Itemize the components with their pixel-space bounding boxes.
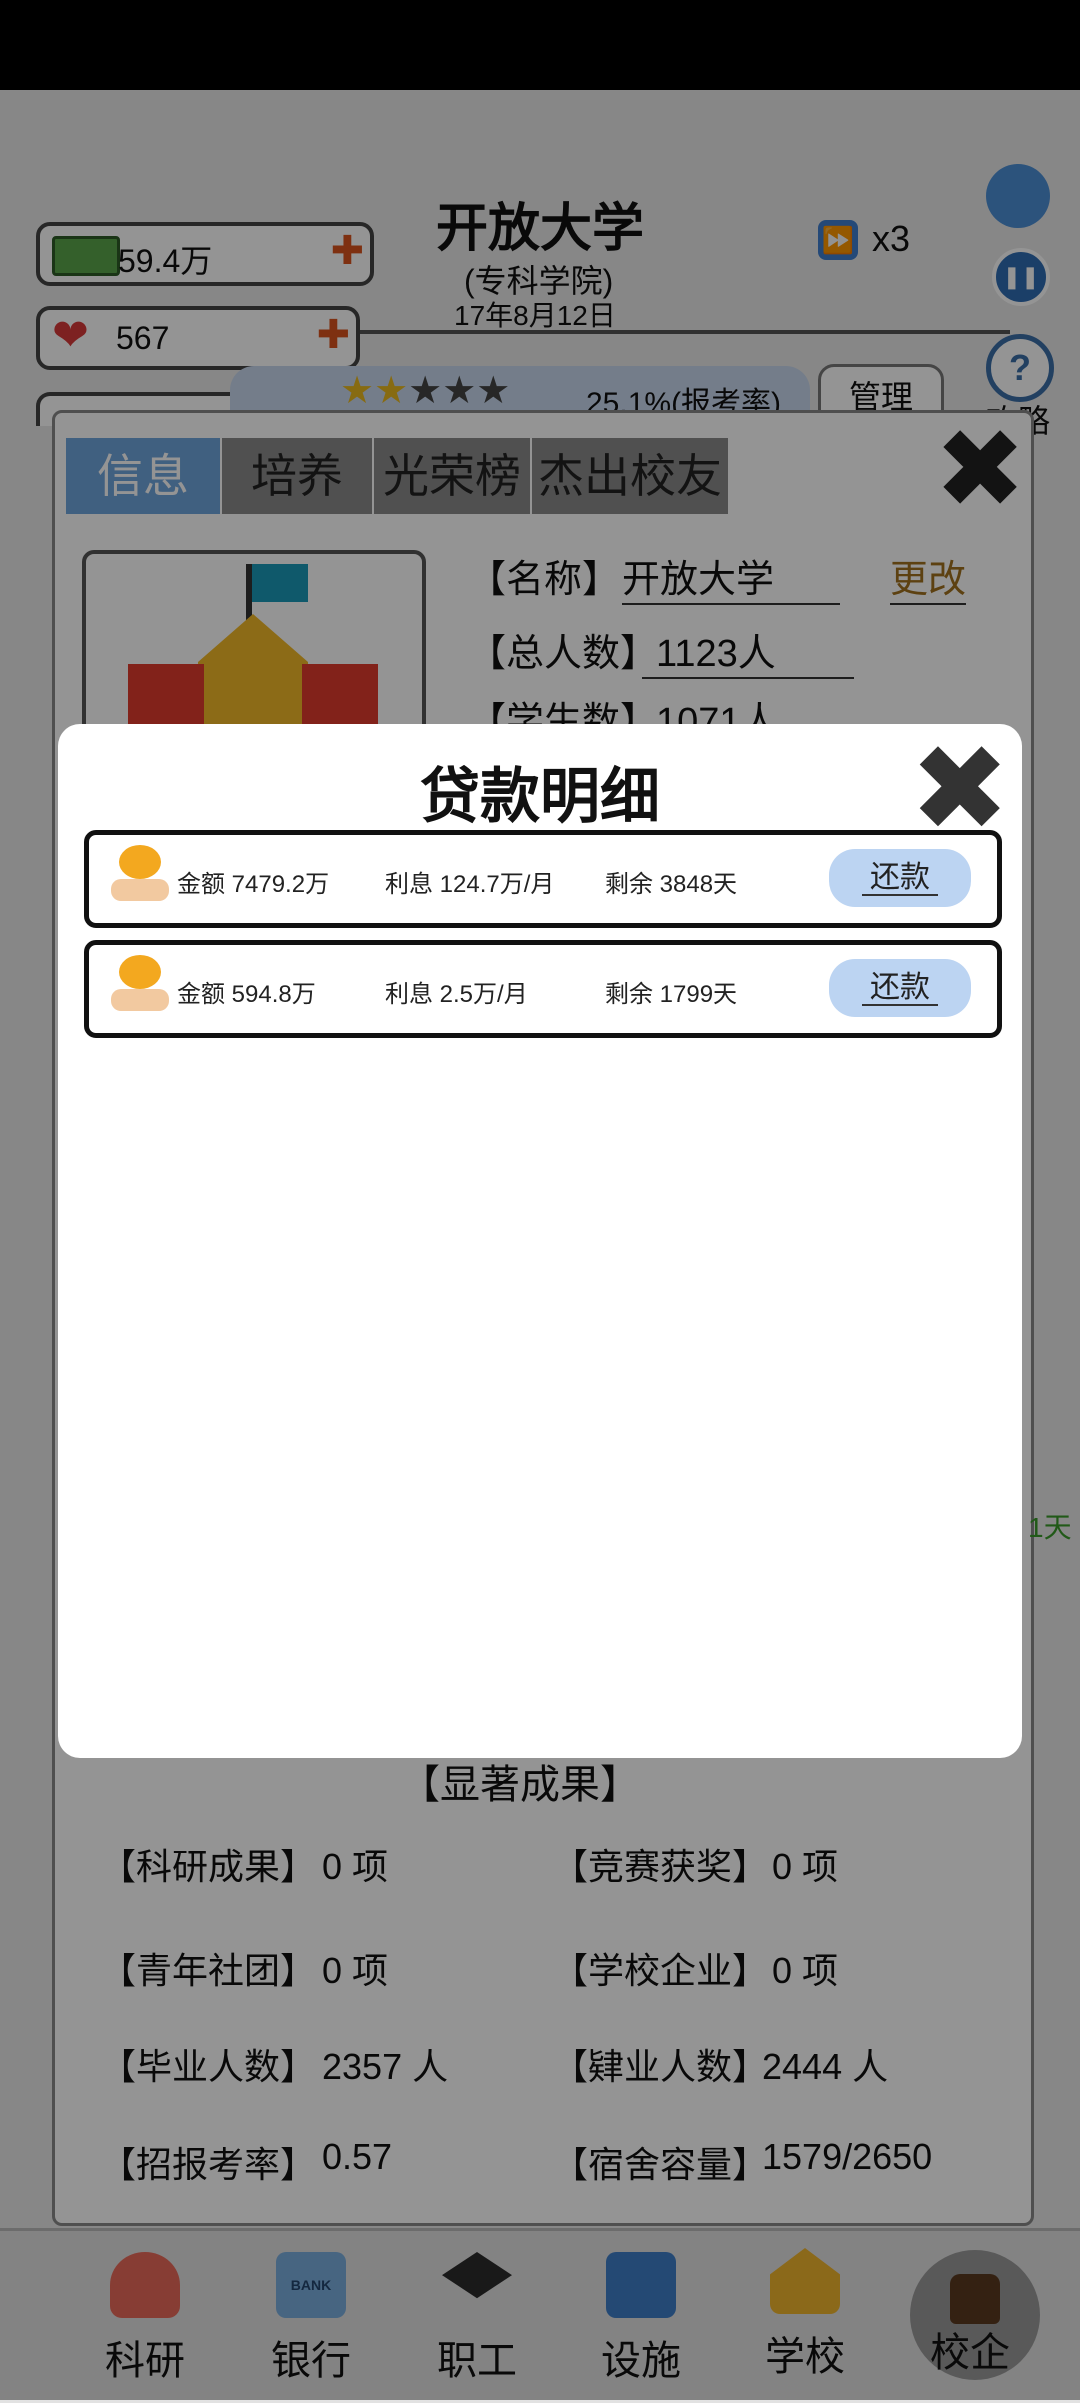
repay-button[interactable]: 还款 — [829, 959, 971, 1017]
loan-interest: 利息 124.7万/月 — [385, 871, 555, 898]
coin-hand-icon — [111, 955, 169, 1017]
loan-interest: 利息 2.5万/月 — [385, 981, 528, 1008]
loan-amount: 金额 7479.2万 — [177, 871, 330, 898]
repay-button-label: 还款 — [862, 971, 938, 1006]
close-icon[interactable]: ✖ — [909, 729, 1010, 849]
loan-remaining: 剩余 3848天 — [605, 871, 738, 898]
loan-row: 金额 594.8万 利息 2.5万/月 剩余 1799天 还款 — [84, 940, 1002, 1038]
loan-remaining: 剩余 1799天 — [605, 981, 738, 1008]
status-bar — [0, 0, 1080, 90]
loan-amount: 金额 594.8万 — [177, 981, 316, 1008]
loan-row: 金额 7479.2万 利息 124.7万/月 剩余 3848天 还款 — [84, 830, 1002, 928]
repay-button[interactable]: 还款 — [829, 849, 971, 907]
repay-button-label: 还款 — [862, 861, 938, 896]
loan-details-modal: 贷款明细 ✖ 金额 7479.2万 利息 124.7万/月 剩余 3848天 还… — [58, 724, 1022, 1758]
modal-title: 贷款明细 — [420, 763, 660, 830]
coin-hand-icon — [111, 845, 169, 907]
